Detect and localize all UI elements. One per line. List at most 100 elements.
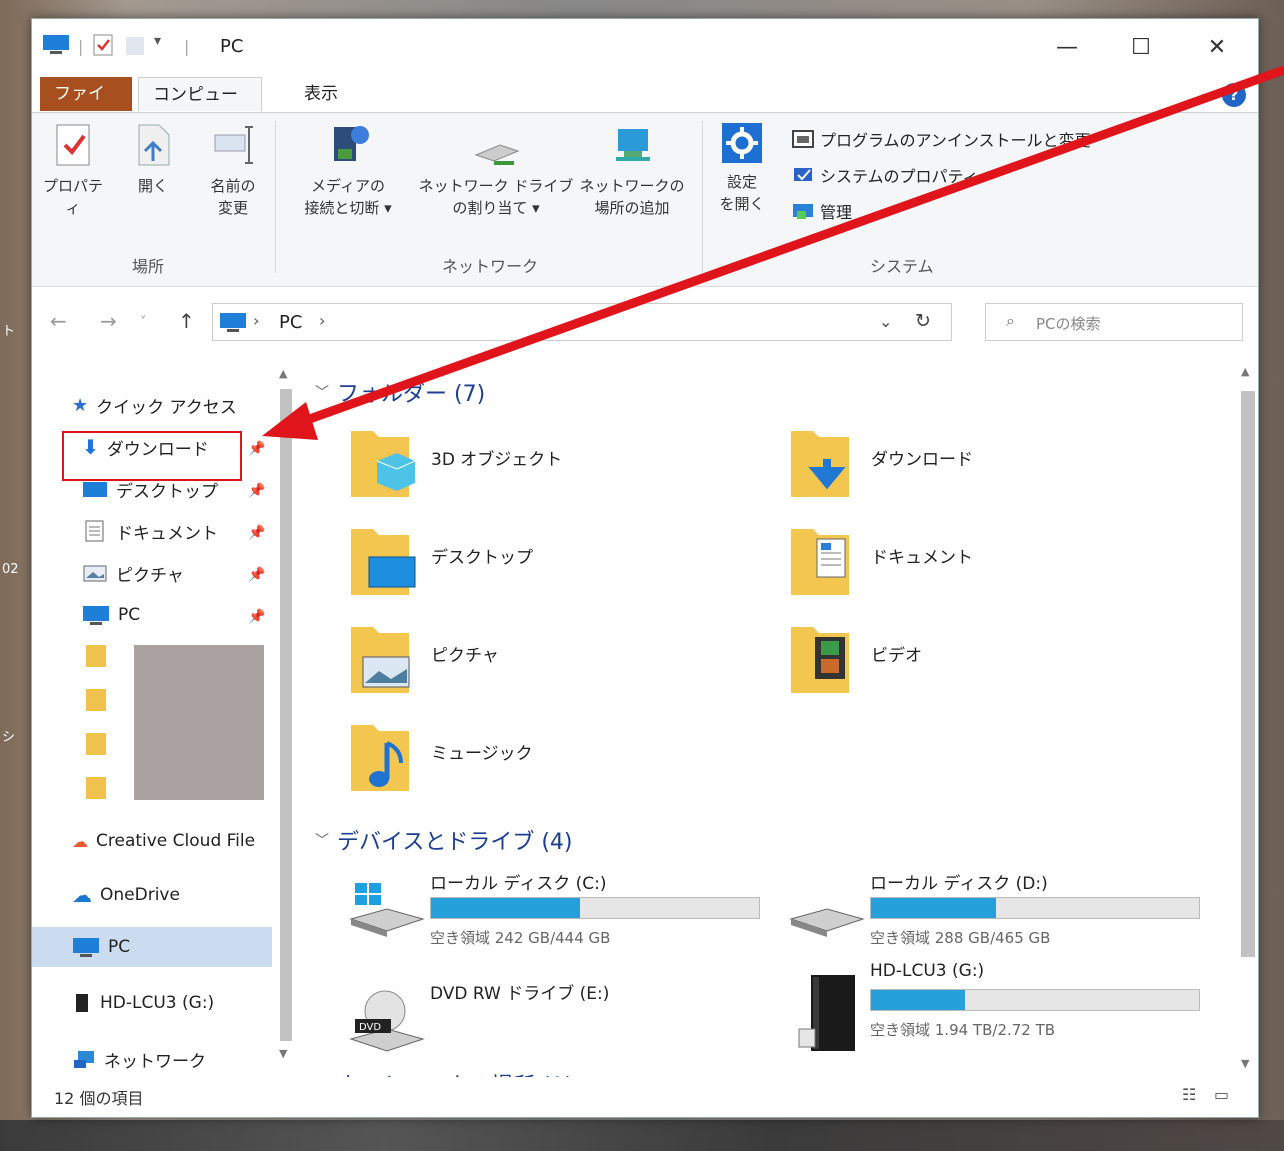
- folder-desktop[interactable]: デスクトップ: [315, 523, 735, 611]
- details-view-icon[interactable]: ☷: [1182, 1085, 1196, 1104]
- search-box[interactable]: ⌕ PCの検索: [985, 303, 1243, 341]
- nav-item-creative-cloud[interactable]: ☁ Creative Cloud File: [72, 823, 255, 859]
- open-button[interactable]: 開く: [128, 121, 178, 197]
- nav-item-documents[interactable]: ドキュメント: [82, 513, 218, 549]
- add-network-location-button[interactable]: ネットワークの 場所の追加: [577, 121, 687, 219]
- properties-check-icon[interactable]: [92, 33, 114, 61]
- back-arrow-icon[interactable]: ←: [50, 309, 67, 333]
- drive-usage-fill: [431, 898, 581, 918]
- recent-dropdown-icon[interactable]: ˅: [140, 315, 147, 330]
- nav-item-hd-lcu3[interactable]: HD-LCU3 (G:): [72, 985, 214, 1021]
- nav-item-onedrive[interactable]: ☁ OneDrive: [72, 877, 180, 913]
- folder-pictures[interactable]: ピクチャ: [315, 621, 735, 709]
- chevron-up-icon[interactable]: ︿: [1196, 83, 1210, 103]
- folder-icon[interactable]: [84, 731, 108, 757]
- map-network-drive-button[interactable]: ネットワーク ドライブ の割り当て ▾: [418, 121, 574, 219]
- uninstall-program-link[interactable]: プログラムのアンインストールと変更: [792, 127, 1091, 151]
- open-settings-button[interactable]: 設定 を開く: [714, 121, 770, 215]
- content-scroll-thumb[interactable]: [1241, 391, 1255, 957]
- drive-usage-fill: [871, 990, 966, 1010]
- folder-icon[interactable]: [84, 775, 108, 801]
- scroll-up-arrow-icon[interactable]: ▲: [1241, 365, 1249, 378]
- folder-downloads[interactable]: ダウンロード: [755, 425, 1175, 513]
- drive-d[interactable]: ローカル ディスク (D:) 空き領域 288 GB/465 GB: [755, 869, 1200, 969]
- nav-item-pc-pinned[interactable]: PC: [82, 597, 140, 633]
- dropdown-arrow-icon[interactable]: ▾: [154, 33, 161, 49]
- media-connect-button[interactable]: メディアの 接続と切断 ▾: [288, 121, 408, 219]
- nav-item-network[interactable]: ネットワーク: [72, 1041, 206, 1077]
- media-connect-label-1: メディアの: [311, 177, 385, 195]
- system-properties-label: システムのプロパティ: [820, 167, 979, 186]
- nav-item-quick-access[interactable]: ★ クイック アクセス: [72, 387, 237, 423]
- tab-view[interactable]: 表示: [290, 77, 352, 111]
- breadcrumb-chevron-icon[interactable]: ›: [319, 311, 325, 330]
- nav-scroll-thumb[interactable]: [280, 389, 292, 1041]
- drive-free-space: 空き領域 242 GB/444 GB: [430, 929, 611, 947]
- close-button[interactable]: ✕: [1192, 27, 1242, 67]
- pin-icon[interactable]: 📌: [248, 525, 265, 541]
- address-history-dropdown-icon[interactable]: ⌄: [879, 312, 892, 331]
- computer-icon: [73, 938, 99, 957]
- picture-icon: [83, 565, 107, 582]
- gear-icon: [722, 123, 762, 163]
- pin-icon[interactable]: 📌: [248, 483, 265, 499]
- downloads-folder-icon: [791, 431, 849, 497]
- tab-computer[interactable]: コンピューター: [138, 77, 262, 139]
- nav-item-pictures[interactable]: ピクチャ: [82, 555, 184, 591]
- group-label-system: システム: [870, 257, 934, 276]
- properties-button[interactable]: プロパティ: [38, 121, 108, 219]
- pin-icon[interactable]: 📌: [248, 609, 265, 625]
- maximize-button[interactable]: ☐: [1116, 27, 1166, 67]
- folder-documents[interactable]: ドキュメント: [755, 523, 1175, 611]
- folder-icon[interactable]: [84, 643, 108, 669]
- pin-icon[interactable]: 📌: [248, 441, 265, 457]
- network-section-header[interactable]: ﹀ ネットワークの場所 (1): [315, 1069, 573, 1077]
- scroll-down-arrow-icon[interactable]: ▼: [1241, 1057, 1249, 1070]
- computer-icon[interactable]: [42, 33, 70, 59]
- folders-section-header[interactable]: ﹀ フォルダー (7): [315, 377, 485, 407]
- system-properties-link[interactable]: システムのプロパティ: [792, 163, 979, 187]
- content-scrollbar[interactable]: ▲ ▼: [1237, 357, 1258, 1077]
- redacted-area: [134, 645, 264, 800]
- drive-g[interactable]: HD-LCU3 (G:) 空き領域 1.94 TB/2.72 TB: [755, 961, 1200, 1061]
- address-bar[interactable]: › PC › ⌄ ↻: [212, 303, 952, 341]
- drive-usage-bar: [430, 897, 760, 919]
- nav-scrollbar[interactable]: ▲ ▼: [277, 367, 295, 1067]
- map-drive-label-1: ネットワーク ドライブ: [418, 177, 574, 195]
- up-arrow-icon[interactable]: ↑: [178, 309, 195, 333]
- folder-music[interactable]: ミュージック: [315, 719, 735, 807]
- breadcrumb-pc[interactable]: PC: [279, 312, 302, 333]
- group-label-location: 場所: [132, 257, 165, 276]
- new-folder-icon[interactable]: [124, 33, 146, 61]
- pin-icon[interactable]: 📌: [248, 567, 265, 583]
- title-separator: |: [78, 37, 84, 56]
- folder-label: ビデオ: [871, 646, 922, 666]
- folders-header-label: フォルダー (7): [337, 382, 486, 407]
- drive-e[interactable]: DVD DVD RW ドライブ (E:): [315, 979, 755, 1077]
- scroll-down-arrow-icon[interactable]: ▼: [279, 1047, 287, 1060]
- scroll-up-arrow-icon[interactable]: ▲: [279, 367, 287, 380]
- title-bar: | ▾ | PC — ☐ ✕: [32, 19, 1258, 75]
- folder-3d-objects[interactable]: 3D オブジェクト: [315, 425, 735, 513]
- drive-c[interactable]: ローカル ディスク (C:) 空き領域 242 GB/444 GB: [315, 869, 760, 969]
- open-icon: [138, 124, 170, 166]
- help-icon[interactable]: ?: [1222, 83, 1246, 107]
- tab-file[interactable]: ファイル: [40, 77, 132, 138]
- folder-label: ドキュメント: [871, 548, 973, 568]
- large-icons-view-icon[interactable]: ▭: [1214, 1085, 1229, 1104]
- hard-drive-icon: [789, 908, 865, 937]
- drives-section-header[interactable]: ﹀ デバイスとドライブ (4): [315, 825, 573, 855]
- search-placeholder: PCの検索: [1036, 315, 1101, 333]
- drive-usage-fill: [871, 898, 996, 918]
- manage-link[interactable]: 管理: [792, 199, 852, 223]
- folder-icon[interactable]: [84, 687, 108, 713]
- refresh-icon[interactable]: ↻: [915, 310, 931, 332]
- folder-videos[interactable]: ビデオ: [755, 621, 1175, 709]
- forward-arrow-icon[interactable]: →: [100, 309, 117, 333]
- dvd-drive-icon: DVD: [349, 990, 425, 1052]
- add-location-label-1: ネットワークの: [579, 177, 685, 195]
- rename-button[interactable]: 名前の 変更: [198, 121, 268, 219]
- minimize-button[interactable]: —: [1042, 27, 1092, 67]
- nav-item-pc[interactable]: PC: [72, 929, 130, 965]
- ribbon-tabs: ファイル コンピューター 表示: [32, 75, 1258, 139]
